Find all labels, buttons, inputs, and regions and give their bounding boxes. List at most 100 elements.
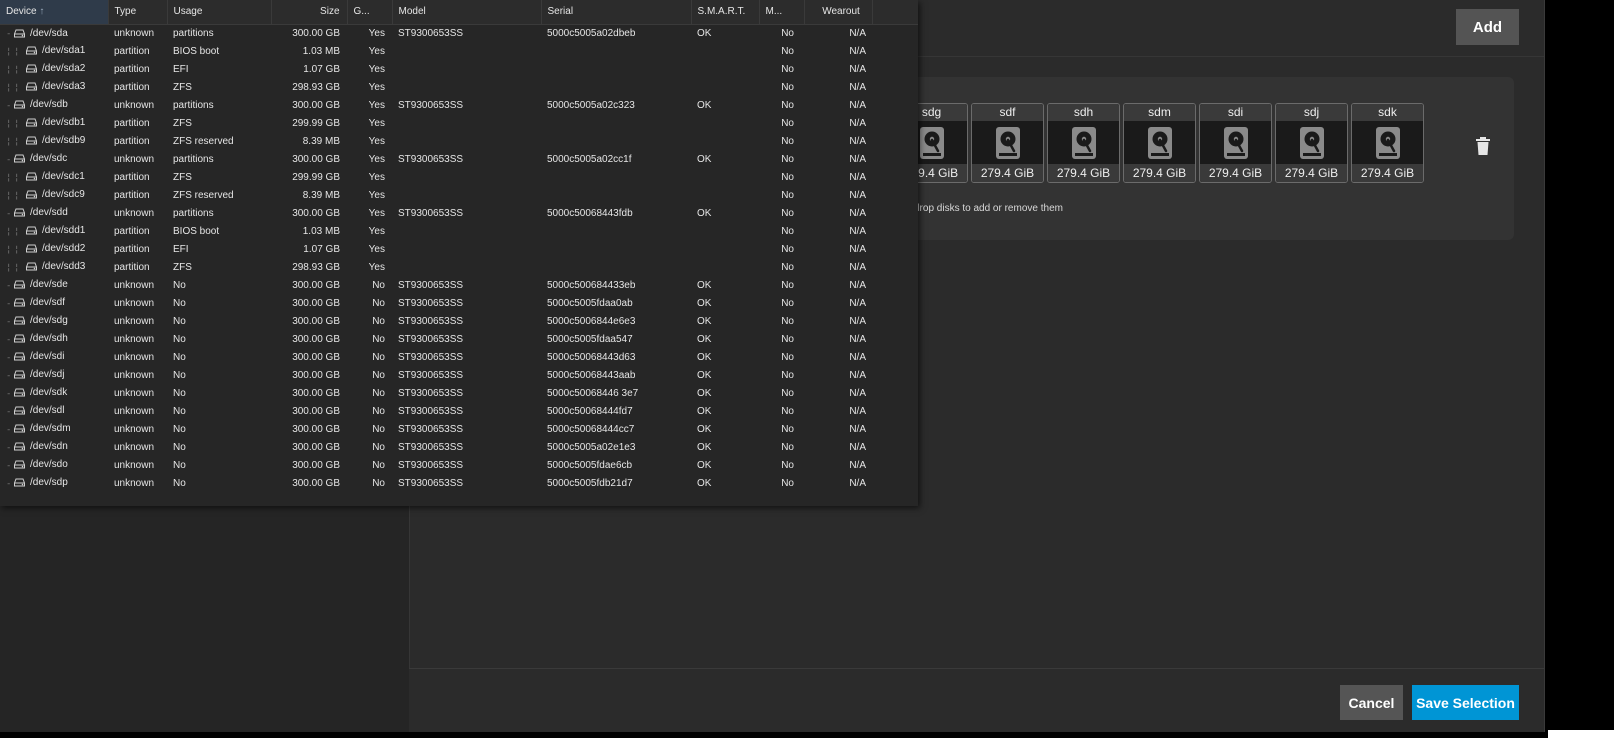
- table-row[interactable]: -/dev/sdc unknown partitions 300.00 GB Yes ST…: [0, 150, 918, 168]
- model-cell: [392, 186, 541, 204]
- column-model[interactable]: Model: [392, 0, 542, 25]
- table-row[interactable]: ¦ ¦/dev/sdb9 partition ZFS reserved 8.39 MB Y…: [0, 132, 918, 150]
- hard-disk-icon: [14, 100, 30, 111]
- device-cell: ¦ ¦/dev/sdc9: [6, 189, 85, 201]
- table-row[interactable]: -/dev/sdi unknown No 300.00 GB No ST9300653SS…: [0, 348, 918, 366]
- column-size[interactable]: Size: [271, 0, 348, 25]
- size-cell: 8.39 MB: [302, 189, 340, 201]
- trash-icon[interactable]: [1476, 137, 1490, 160]
- model-cell: [392, 42, 541, 60]
- size-cell: 300.00 GB: [292, 297, 340, 309]
- table-row[interactable]: -/dev/sdf unknown No 300.00 GB No ST9300653SS…: [0, 294, 918, 312]
- size-cell: 300.00 GB: [292, 477, 340, 489]
- wearout-cell: N/A: [849, 207, 866, 219]
- column-wearout[interactable]: Wearout: [804, 0, 873, 25]
- column-serial[interactable]: Serial: [541, 0, 692, 25]
- usage-cell: EFI: [173, 243, 189, 255]
- column-device[interactable]: Device ↑: [0, 0, 109, 25]
- usage-cell: EFI: [173, 63, 189, 75]
- table-row[interactable]: -/dev/sdg unknown No 300.00 GB No ST9300653SS…: [0, 312, 918, 330]
- table-row[interactable]: ¦ ¦/dev/sdd2 partition EFI 1.07 GB Yes No N/A: [0, 240, 918, 258]
- table-row[interactable]: ¦ ¦/dev/sdc1 partition ZFS 299.99 GB Yes No N/A: [0, 168, 918, 186]
- model-cell: ST9300653SS: [398, 207, 464, 219]
- model-cell: ST9300653SS: [398, 477, 464, 489]
- usage-cell: No: [173, 477, 186, 489]
- save-selection-button[interactable]: Save Selection: [1412, 685, 1519, 720]
- serial-cell: 5000c5006844e6e3: [547, 315, 636, 327]
- type-cell: unknown: [114, 459, 155, 471]
- table-row[interactable]: ¦ ¦/dev/sda2 partition EFI 1.07 GB Yes No N/A: [0, 60, 918, 78]
- hard-disk-icon: [26, 244, 42, 255]
- vdev-disk-tile[interactable]: sdf 279.4 GiB: [971, 103, 1044, 183]
- gpt-cell: Yes: [368, 81, 385, 93]
- table-row[interactable]: -/dev/sde unknown No 300.00 GB No ST9300653SS…: [0, 276, 918, 294]
- table-row[interactable]: -/dev/sdd unknown partitions 300.00 GB Yes ST…: [0, 204, 918, 222]
- table-row[interactable]: ¦ ¦/dev/sdd1 partition BIOS boot 1.03 MB Yes N…: [0, 222, 918, 240]
- type-cell: partition: [114, 171, 150, 183]
- cancel-button[interactable]: Cancel: [1340, 685, 1403, 720]
- serial-cell: 5000c50068444fd7: [547, 405, 633, 417]
- serial-cell: [541, 240, 691, 258]
- filler-cell: [872, 420, 918, 438]
- mounted-cell: No: [781, 405, 794, 417]
- table-row[interactable]: -/dev/sdj unknown No 300.00 GB No ST9300653SS…: [0, 366, 918, 384]
- column-smart[interactable]: S.M.A.R.T.: [691, 0, 760, 25]
- table-row[interactable]: -/dev/sdh unknown No 300.00 GB No ST9300653SS…: [0, 330, 918, 348]
- mounted-cell: No: [781, 171, 794, 183]
- mounted-cell: No: [781, 81, 794, 93]
- column-mounted[interactable]: M...: [759, 0, 805, 25]
- vdev-disk-tile[interactable]: sdk 279.4 GiB: [1351, 103, 1424, 183]
- type-cell: unknown: [114, 405, 155, 417]
- table-row[interactable]: -/dev/sda unknown partitions 300.00 GB Yes ST…: [0, 24, 918, 42]
- smart-cell: OK: [697, 315, 712, 327]
- type-cell: unknown: [114, 27, 155, 39]
- type-cell: partition: [114, 63, 150, 75]
- serial-cell: [541, 60, 691, 78]
- add-button[interactable]: Add: [1456, 9, 1519, 45]
- disk-tile-size: 279.4 GiB: [1276, 164, 1347, 182]
- mounted-cell: No: [781, 63, 794, 75]
- filler-cell: [872, 348, 918, 366]
- vdev-disk-tile[interactable]: sdh 279.4 GiB: [1047, 103, 1120, 183]
- table-row[interactable]: -/dev/sdn unknown No 300.00 GB No ST9300653SS…: [0, 438, 918, 456]
- filler-cell: [872, 24, 918, 42]
- vdev-disk-tile[interactable]: sdj 279.4 GiB: [1275, 103, 1348, 183]
- hard-disk-icon: [26, 64, 42, 75]
- hard-disk-icon: [26, 190, 42, 201]
- filler-cell: [872, 438, 918, 456]
- table-row[interactable]: -/dev/sdl unknown No 300.00 GB No ST9300653SS…: [0, 402, 918, 420]
- column-gpt[interactable]: G...: [347, 0, 393, 25]
- type-cell: partition: [114, 225, 150, 237]
- disk-tile-name: sdj: [1276, 104, 1347, 121]
- smart-cell: [691, 60, 759, 78]
- table-row[interactable]: -/dev/sdb unknown partitions 300.00 GB Yes ST…: [0, 96, 918, 114]
- model-cell: ST9300653SS: [398, 315, 464, 327]
- table-row[interactable]: -/dev/sdo unknown No 300.00 GB No ST9300653SS…: [0, 456, 918, 474]
- vdev-disk-tile[interactable]: sdi 279.4 GiB: [1199, 103, 1272, 183]
- usage-cell: No: [173, 441, 186, 453]
- hard-disk-icon: [14, 316, 30, 327]
- hard-disk-icon: [26, 226, 42, 237]
- table-row[interactable]: -/dev/sdm unknown No 300.00 GB No ST9300653SS…: [0, 420, 918, 438]
- table-row[interactable]: -/dev/sdp unknown No 300.00 GB No ST9300653SS…: [0, 474, 918, 492]
- size-cell: 300.00 GB: [292, 153, 340, 165]
- gpt-cell: Yes: [368, 117, 385, 129]
- table-row[interactable]: -/dev/sdk unknown No 300.00 GB No ST9300653SS…: [0, 384, 918, 402]
- serial-cell: 5000c5005a02dbeb: [547, 27, 636, 39]
- column-usage[interactable]: Usage: [167, 0, 272, 25]
- model-cell: [392, 78, 541, 96]
- disk-tile-size: 279.4 GiB: [1200, 164, 1271, 182]
- vdev-disk-tile[interactable]: sdm 279.4 GiB: [1123, 103, 1196, 183]
- table-row[interactable]: ¦ ¦/dev/sda1 partition BIOS boot 1.03 MB Yes N…: [0, 42, 918, 60]
- table-row[interactable]: ¦ ¦/dev/sdc9 partition ZFS reserved 8.39 MB Y…: [0, 186, 918, 204]
- size-cell: 298.93 GB: [292, 261, 340, 273]
- table-row[interactable]: ¦ ¦/dev/sdb1 partition ZFS 299.99 GB Yes No N/A: [0, 114, 918, 132]
- size-cell: 300.00 GB: [292, 99, 340, 111]
- smart-cell: OK: [697, 153, 712, 165]
- column-type[interactable]: Type: [108, 0, 168, 25]
- mounted-cell: No: [781, 279, 794, 291]
- table-row[interactable]: ¦ ¦/dev/sda3 partition ZFS 298.93 GB Yes No N/A: [0, 78, 918, 96]
- table-row[interactable]: ¦ ¦/dev/sdd3 partition ZFS 298.93 GB Yes No N/A: [0, 258, 918, 276]
- disk-tile-name: sdk: [1352, 104, 1423, 121]
- mounted-cell: No: [781, 135, 794, 147]
